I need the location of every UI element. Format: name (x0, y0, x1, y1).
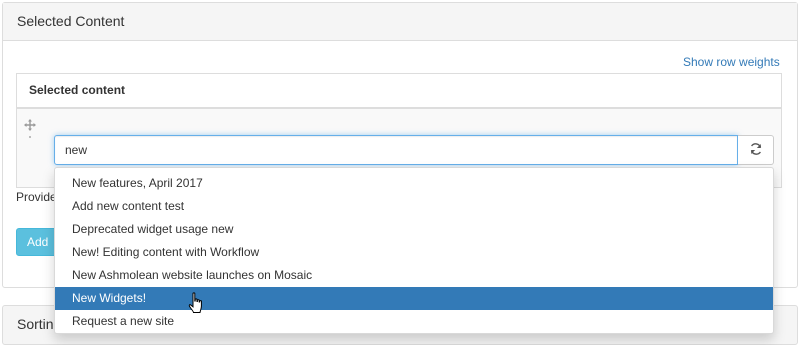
add-button[interactable]: Add (16, 228, 56, 256)
panel-title: Selected Content (3, 3, 797, 41)
content-search-input[interactable] (54, 135, 738, 165)
show-row-weights-link[interactable]: Show row weights (683, 55, 780, 69)
dropdown-item[interactable]: Request a new site (55, 310, 773, 333)
dropdown-item[interactable]: Add new content test (55, 195, 773, 218)
move-icon[interactable] (24, 119, 36, 131)
sorting-panel-title: Sorting (17, 316, 57, 332)
dropdown-item[interactable]: New! Editing content with Workflow (55, 241, 773, 264)
dropdown-item[interactable]: Deprecated widget usage new (55, 218, 773, 241)
refresh-button[interactable] (738, 135, 774, 165)
hand-pointer-icon (188, 292, 206, 314)
autocomplete-dropdown: New features, April 2017 Add new content… (54, 167, 774, 334)
row-marker (29, 136, 31, 138)
dropdown-item-active[interactable]: New Widgets! (55, 287, 773, 310)
provider-label: Provide (16, 190, 56, 204)
refresh-icon (749, 142, 763, 159)
dropdown-item[interactable]: New Ashmolean website launches on Mosaic (55, 264, 773, 287)
table-header: Selected content (17, 74, 781, 109)
content-search-group (54, 135, 774, 165)
dropdown-item[interactable]: New features, April 2017 (55, 172, 773, 195)
